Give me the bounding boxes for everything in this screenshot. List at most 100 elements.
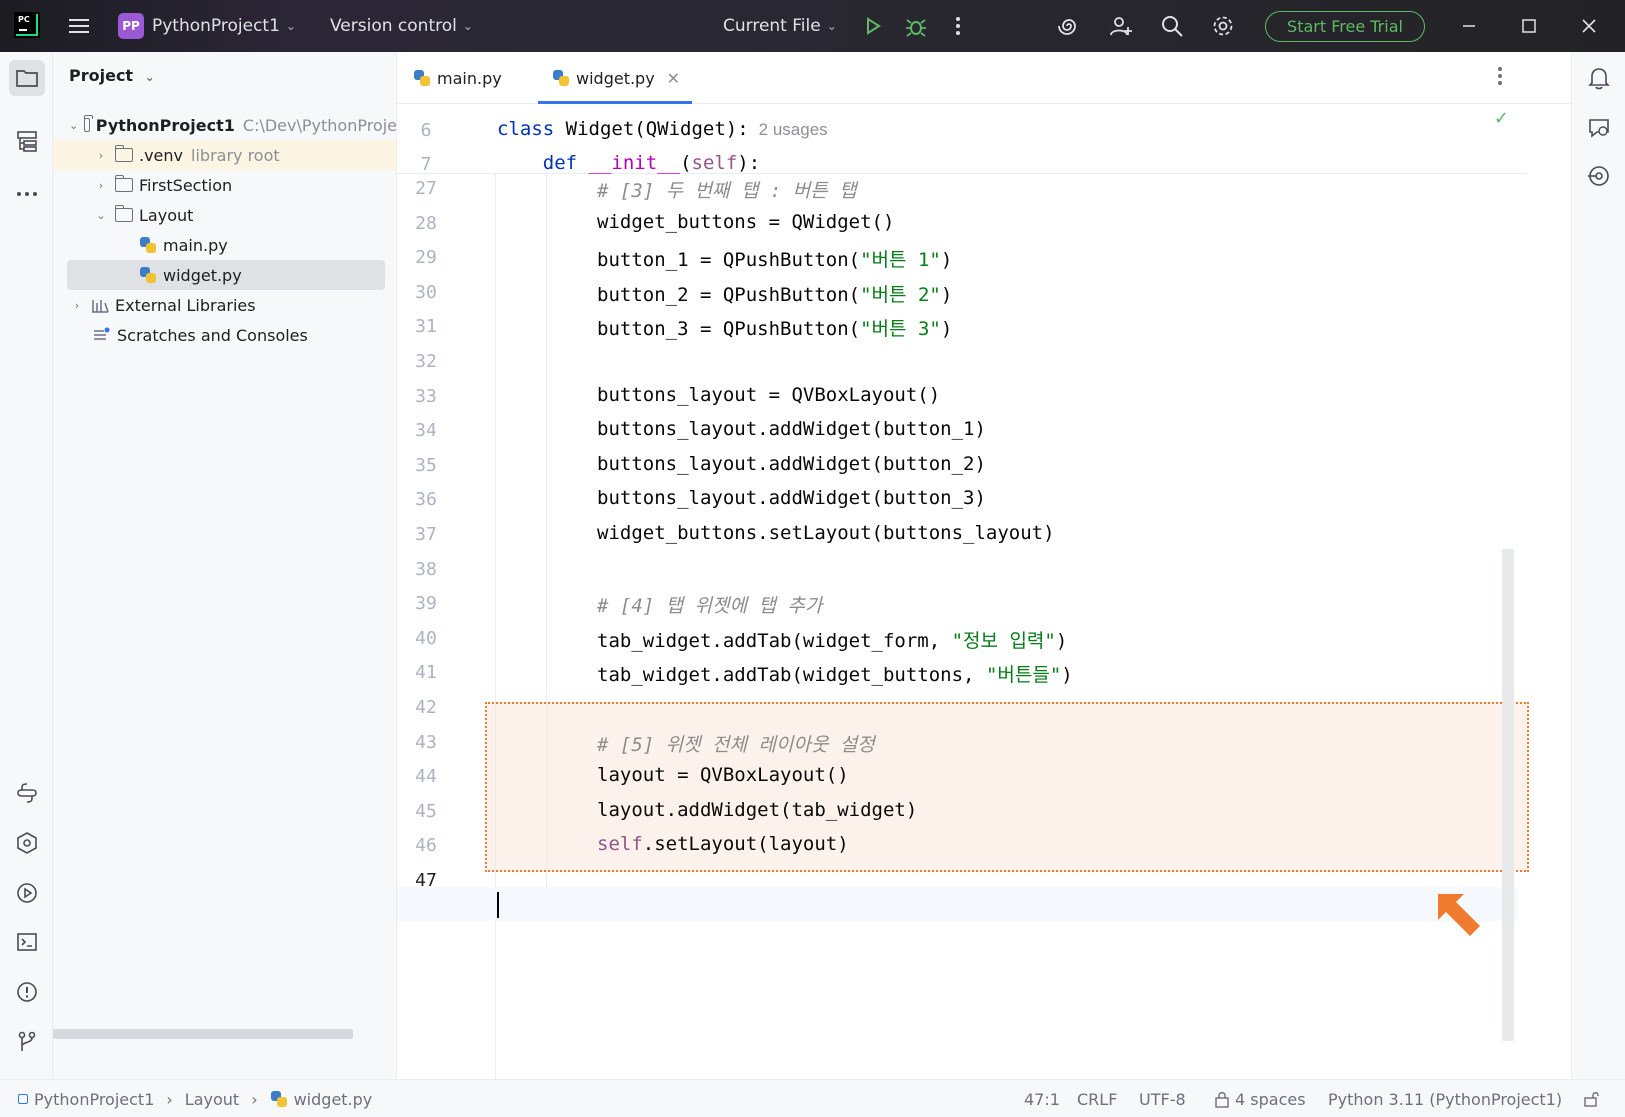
chevron-down-icon[interactable]: ⌄ — [93, 209, 109, 222]
ai-chat-button[interactable] — [1581, 110, 1617, 146]
breadcrumb-item[interactable]: widget.py — [294, 1090, 373, 1109]
code-line[interactable]: layout = QVBoxLayout() — [597, 764, 849, 786]
code-line[interactable]: self.setLayout(layout) — [597, 833, 849, 855]
run-tool-button[interactable] — [9, 875, 45, 911]
main-menu-button[interactable] — [64, 0, 94, 52]
folder-icon — [114, 175, 133, 192]
more-tools-button[interactable] — [9, 176, 45, 212]
code-line[interactable]: # [4] 탭 위젯에 탭 추가 — [597, 591, 822, 618]
project-tool-button[interactable] — [9, 60, 45, 96]
caret-position[interactable]: 47:1 — [1024, 1080, 1060, 1117]
editor-vertical-scrollbar[interactable] — [1502, 549, 1514, 1041]
bug-icon — [906, 19, 926, 37]
indent-setting[interactable]: 4 spaces — [1214, 1080, 1306, 1117]
code-text: ) — [940, 249, 953, 271]
code-text: widget_buttons = QWidget() — [597, 211, 895, 233]
search-icon — [1162, 16, 1183, 37]
code-text: button_2 = QPushButton( — [597, 284, 861, 306]
tree-item-widget-py[interactable]: widget.py — [67, 260, 385, 290]
python-packages-button[interactable] — [9, 775, 45, 811]
file-encoding[interactable]: UTF-8 — [1139, 1080, 1186, 1117]
tab-options-button[interactable] — [1497, 66, 1503, 91]
code-line[interactable]: buttons_layout = QVBoxLayout() — [597, 384, 940, 406]
code-line[interactable]: # [5] 위젯 전체 레이아웃 설정 — [597, 730, 875, 757]
project-name: PythonProject1 — [152, 16, 280, 36]
right-tool-strip — [1571, 52, 1625, 1079]
editor: main.py widget.py ✕ 6 class Widget(QWidg… — [397, 52, 1571, 1079]
chevron-right-icon: › — [251, 1089, 258, 1109]
code-line[interactable]: widget_buttons = QWidget() — [597, 211, 894, 233]
code-with-me-button[interactable] — [1108, 13, 1134, 39]
code-line[interactable]: # [3] 두 번째 탭 : 버튼 탭 — [597, 176, 857, 203]
code-line[interactable]: button_2 = QPushButton("버튼 2") — [597, 280, 952, 307]
code-line[interactable]: button_1 = QPushButton("버튼 1") — [597, 245, 952, 272]
project-horizontal-scrollbar[interactable] — [53, 1029, 353, 1039]
settings-button[interactable] — [1210, 13, 1236, 39]
debug-button[interactable] — [903, 13, 929, 39]
code-line[interactable]: button_3 = QPushButton("버튼 3") — [597, 314, 952, 341]
vcs-menu[interactable]: Version control ⌄ — [330, 0, 473, 52]
ai-assistant-button[interactable] — [1056, 13, 1082, 39]
code-line[interactable]: layout.addWidget(tab_widget) — [597, 799, 917, 821]
minimize-button[interactable] — [1456, 13, 1482, 39]
tree-item-venv[interactable]: › .venv library root — [53, 140, 396, 170]
line-number: 42 — [415, 697, 437, 718]
line-number: 31 — [415, 316, 437, 337]
breadcrumb-item[interactable]: Layout — [185, 1090, 239, 1109]
chevron-right-icon[interactable]: › — [93, 179, 109, 192]
project-selector[interactable]: PP PythonProject1 ⌄ — [118, 0, 296, 52]
code-line[interactable]: class Widget(QWidget): 2 usages — [497, 118, 828, 140]
code-text: button_3 = QPushButton( — [597, 318, 861, 340]
tab-main-py[interactable]: main.py — [413, 52, 502, 104]
line-number: 38 — [415, 559, 437, 580]
library-icon — [92, 300, 109, 313]
chevron-down-icon[interactable]: ⌄ — [69, 119, 78, 132]
run-config-selector[interactable]: Current File ⌄ — [723, 0, 837, 52]
notifications-button[interactable] — [1581, 60, 1617, 96]
tab-widget-py[interactable]: widget.py ✕ — [537, 52, 693, 104]
tree-item-label: main.py — [163, 235, 228, 255]
breadcrumb-item[interactable]: PythonProject1 — [34, 1090, 154, 1109]
tree-item-layout[interactable]: ⌄ Layout — [53, 200, 396, 230]
chevron-right-icon[interactable]: › — [93, 149, 109, 162]
read-only-toggle[interactable] — [1583, 1080, 1601, 1117]
no-problems-check-icon[interactable]: ✓ — [1494, 108, 1509, 129]
code-line[interactable]: buttons_layout.addWidget(button_1) — [597, 418, 986, 440]
code-line[interactable]: def __init__(self): — [497, 152, 760, 174]
python-interpreter[interactable]: Python 3.11 (PythonProject1) — [1328, 1080, 1562, 1117]
tree-item-main-py[interactable]: main.py — [53, 230, 396, 260]
endpoints-button[interactable] — [1581, 158, 1617, 194]
pycharm-logo-icon[interactable]: PC — [14, 12, 40, 38]
more-vertical-icon — [1498, 67, 1502, 85]
line-number: 46 — [415, 835, 437, 856]
line-ending[interactable]: CRLF — [1077, 1080, 1117, 1117]
self-keyword: self — [597, 833, 643, 855]
chevron-right-icon[interactable]: › — [69, 299, 85, 312]
text-caret — [497, 892, 499, 918]
project-panel-header[interactable]: Project ⌄ — [69, 66, 155, 85]
code-line[interactable]: tab_widget.addTab(widget_buttons, "버튼들") — [597, 660, 1073, 687]
close-window-button[interactable] — [1576, 13, 1602, 39]
code-line[interactable]: buttons_layout.addWidget(button_3) — [597, 487, 986, 509]
tree-item-firstsection[interactable]: › FirstSection — [53, 170, 396, 200]
tree-item-scratches[interactable]: Scratches and Consoles — [53, 320, 396, 350]
line-number: 43 — [415, 732, 437, 753]
line-number: 45 — [415, 801, 437, 822]
tree-item-external-libraries[interactable]: › External Libraries — [53, 290, 396, 320]
run-button[interactable] — [860, 13, 886, 39]
more-actions-button[interactable] — [945, 13, 971, 39]
tree-item-project-root[interactable]: ⌄ PythonProject1 C:\Dev\PythonProje — [53, 110, 396, 140]
code-line[interactable]: buttons_layout.addWidget(button_2) — [597, 453, 986, 475]
search-button[interactable] — [1159, 13, 1185, 39]
git-button[interactable] — [9, 1024, 45, 1060]
terminal-button[interactable] — [9, 924, 45, 960]
code-line[interactable]: tab_widget.addTab(widget_form, "정보 입력") — [597, 626, 1067, 653]
problems-button[interactable] — [9, 974, 45, 1010]
start-free-trial-button[interactable]: Start Free Trial — [1265, 11, 1425, 42]
usages-hint[interactable]: 2 usages — [759, 120, 828, 139]
structure-tool-button[interactable] — [9, 123, 45, 159]
code-line[interactable]: widget_buttons.setLayout(buttons_layout) — [597, 522, 1055, 544]
services-button[interactable] — [9, 825, 45, 861]
maximize-button[interactable] — [1516, 13, 1542, 39]
close-tab-icon[interactable]: ✕ — [667, 69, 680, 88]
